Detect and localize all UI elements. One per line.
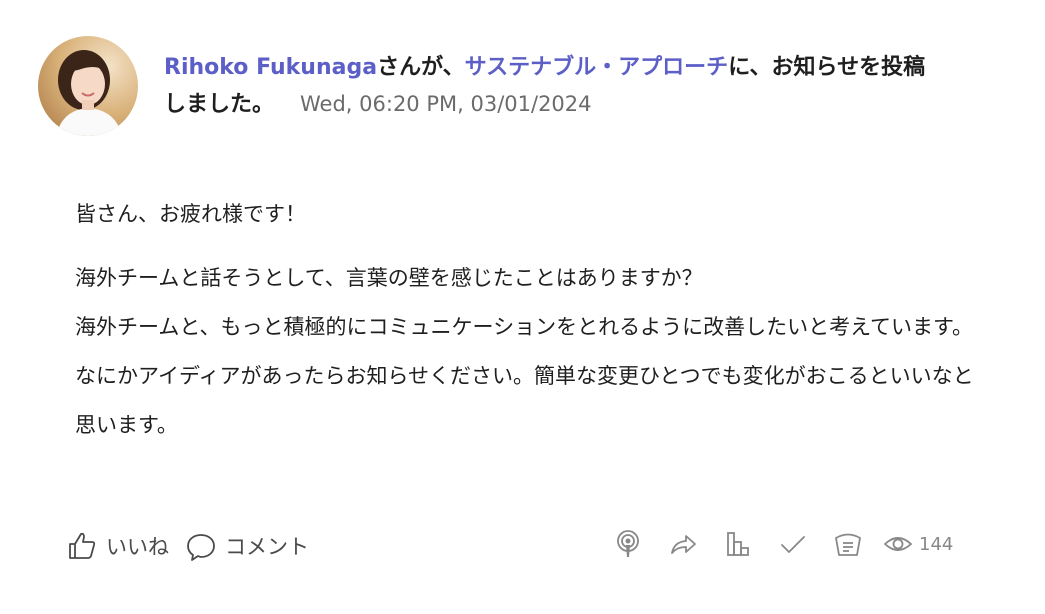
post-toolbar: 144 [612, 528, 953, 560]
checkmark-icon [781, 536, 805, 553]
mark-complete-button[interactable] [777, 528, 809, 560]
community-link[interactable]: サステナブル・アプローチ [465, 55, 729, 80]
thumbs-up-icon [69, 532, 96, 559]
analytics-icon [727, 532, 749, 556]
author-link[interactable]: Rihoko Fukunaga [164, 55, 377, 80]
share-button[interactable] [667, 528, 699, 560]
podcast-icon [617, 530, 639, 557]
post-header-text: Rihoko Fukunagaさんが、サステナブル・アプローチに、お知らせを投稿… [164, 50, 944, 123]
eye-icon [884, 537, 912, 551]
post-greeting: 皆さん、お疲れ様です！ [75, 202, 306, 226]
comment-button[interactable]: コメント [185, 530, 309, 562]
avatar[interactable] [38, 36, 138, 136]
comment-icon [187, 534, 215, 561]
avatar-image [38, 36, 138, 136]
notes-button[interactable] [832, 528, 864, 560]
post-actions: いいね コメント [66, 530, 325, 562]
header-text-1: さんが、 [377, 55, 465, 80]
post-paragraph: 海外チームと話そうとして、言葉の壁を感じたことはありますか？ 海外チームと、もっ… [75, 266, 974, 437]
view-count[interactable]: 144 [883, 529, 953, 559]
view-count-value: 144 [919, 533, 954, 555]
post-header: Rihoko Fukunagaさんが、サステナブル・アプローチに、お知らせを投稿… [38, 36, 944, 136]
podcast-button[interactable] [612, 528, 644, 560]
announcement-post: Rihoko Fukunagaさんが、サステナブル・アプローチに、お知らせを投稿… [0, 0, 1045, 614]
post-timestamp: Wed, 06:20 PM, 03/01/2024 [300, 92, 592, 116]
like-label: いいね [106, 535, 169, 559]
post-body: 皆さん、お疲れ様です！ 海外チームと話そうとして、言葉の壁を感じたことはあります… [75, 194, 975, 450]
analytics-button[interactable] [722, 528, 754, 560]
like-button[interactable]: いいね [66, 530, 169, 562]
notes-icon [835, 533, 861, 556]
share-icon [671, 535, 696, 554]
comment-label: コメント [225, 535, 309, 559]
